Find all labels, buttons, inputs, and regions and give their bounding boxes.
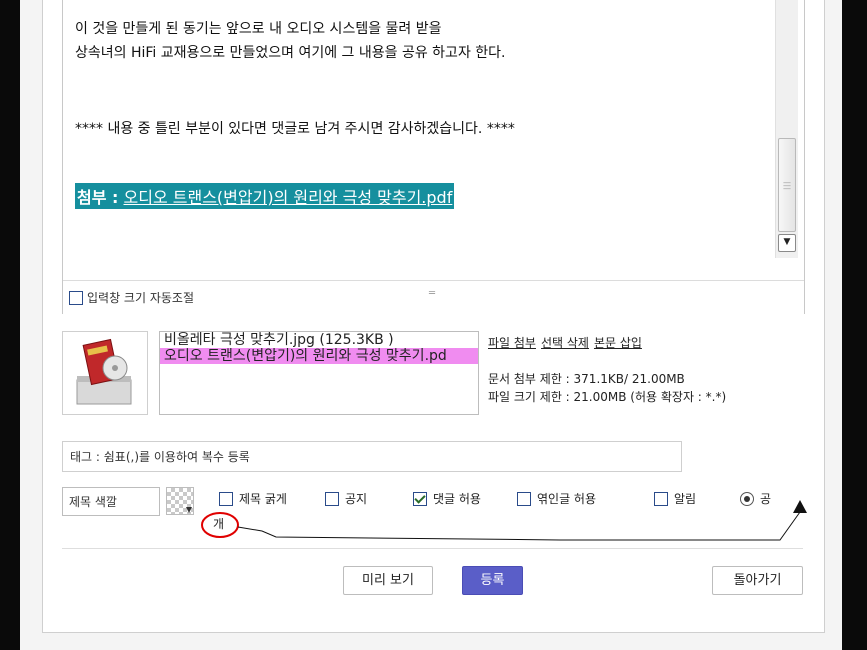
allow-trackback-option[interactable]: 엮인글 허용 xyxy=(517,490,596,507)
preview-button[interactable]: 미리 보기 xyxy=(343,566,433,595)
notify-option[interactable]: 알림 xyxy=(654,490,696,507)
file-attach-icon xyxy=(62,331,148,415)
public-label: 공 xyxy=(760,492,772,506)
attachment-link[interactable]: 오디오 트랜스(변압기)의 원리와 극성 맞추기.pdf xyxy=(124,188,453,207)
autosize-label: 입력창 크기 자동조절 xyxy=(87,291,194,305)
allow-comments-checkbox[interactable] xyxy=(413,491,427,506)
grip-icon: — — — xyxy=(783,178,791,193)
notice-checkbox[interactable] xyxy=(325,491,339,506)
editor-line: 이 것을 만들게 된 동기는 앞으로 내 오디오 시스템을 물려 받을 xyxy=(75,21,442,37)
divider xyxy=(62,548,803,549)
right-border xyxy=(842,0,867,650)
bold-title-option[interactable]: 제목 굵게 xyxy=(219,490,287,507)
back-button[interactable]: 돌아가기 xyxy=(712,566,803,595)
size-limit-text: 파일 크기 제한 : 21.00MB (허용 확장자 : *.*) xyxy=(488,390,727,404)
public-radio[interactable] xyxy=(740,491,754,506)
allow-trackback-label: 엮인글 허용 xyxy=(537,492,597,506)
notice-label: 공지 xyxy=(345,492,368,506)
bold-title-checkbox[interactable] xyxy=(219,491,233,506)
doc-limit-text: 문서 첨부 제한 : 371.1KB/ 21.00MB xyxy=(488,372,685,386)
editor-content[interactable]: 이 것을 만들게 된 동기는 앞으로 내 오디오 시스템을 물려 받을 상속녀의… xyxy=(63,0,775,280)
attach-file-link[interactable]: 파일 첨부 xyxy=(488,336,536,350)
insert-body-link[interactable]: 본문 삽입 xyxy=(594,336,642,350)
attachment-label: 첨부 : xyxy=(77,188,119,207)
autosize-option[interactable]: 입력창 크기 자동조절 xyxy=(69,289,194,306)
notice-option[interactable]: 공지 xyxy=(325,490,367,507)
notify-checkbox[interactable] xyxy=(654,491,668,506)
autosize-checkbox[interactable] xyxy=(69,290,83,305)
file-list-item-selected[interactable]: 오디오 트랜스(변압기)의 원리와 극성 맞추기.pd xyxy=(160,348,478,364)
editor-scrollbar[interactable]: — — — ▼ xyxy=(775,0,798,258)
allow-comments-option[interactable]: 댓글 허용 xyxy=(413,490,481,507)
editor-footer: 입력창 크기 자동조절 ═ xyxy=(63,280,804,314)
post-editor[interactable]: 이 것을 만들게 된 동기는 앞으로 내 오디오 시스템을 물려 받을 상속녀의… xyxy=(62,0,805,314)
editor-line: 상속녀의 HiFi 교재용으로 만들었으며 여기에 그 내용을 공유 하고자 한… xyxy=(75,45,506,61)
bold-title-label: 제목 굵게 xyxy=(239,492,287,506)
notify-label: 알림 xyxy=(674,492,697,506)
title-color-select[interactable]: 제목 색깔 xyxy=(62,487,160,516)
resize-handle-icon[interactable]: ═ xyxy=(429,288,435,299)
allow-comments-label: 댓글 허용 xyxy=(433,492,481,506)
public-label-wrapped: 개 xyxy=(213,517,225,531)
attachment-line: 첨부 : 오디오 트랜스(변압기)의 원리와 극성 맞추기.pdf xyxy=(75,183,455,209)
public-option[interactable]: 공 xyxy=(740,490,771,507)
submit-button[interactable]: 등록 xyxy=(462,566,523,595)
editor-line: **** 내용 중 틀린 부분이 있다면 댓글로 남겨 주시면 감사하겠습니다.… xyxy=(75,121,515,137)
dropdown-arrow-icon xyxy=(186,507,192,513)
file-actions: 파일 첨부 선택 삭제 본문 삽입 xyxy=(488,334,647,351)
attached-file-list[interactable]: 비올레타 극성 맞추기.jpg (125.3KB ) 오디오 트랜스(변압기)의… xyxy=(159,331,479,415)
scroll-down-icon[interactable]: ▼ xyxy=(778,234,796,252)
delete-selected-link[interactable]: 선택 삭제 xyxy=(541,336,589,350)
allow-trackback-checkbox[interactable] xyxy=(517,491,531,506)
color-picker-icon[interactable] xyxy=(166,487,194,515)
file-list-item[interactable]: 비올레타 극성 맞추기.jpg (125.3KB ) xyxy=(160,332,478,348)
left-border xyxy=(0,0,20,650)
scrollbar-thumb[interactable]: — — — xyxy=(778,138,796,232)
tag-input[interactable]: 태그 : 쉼표(,)를 이용하여 복수 등록 xyxy=(62,441,682,472)
